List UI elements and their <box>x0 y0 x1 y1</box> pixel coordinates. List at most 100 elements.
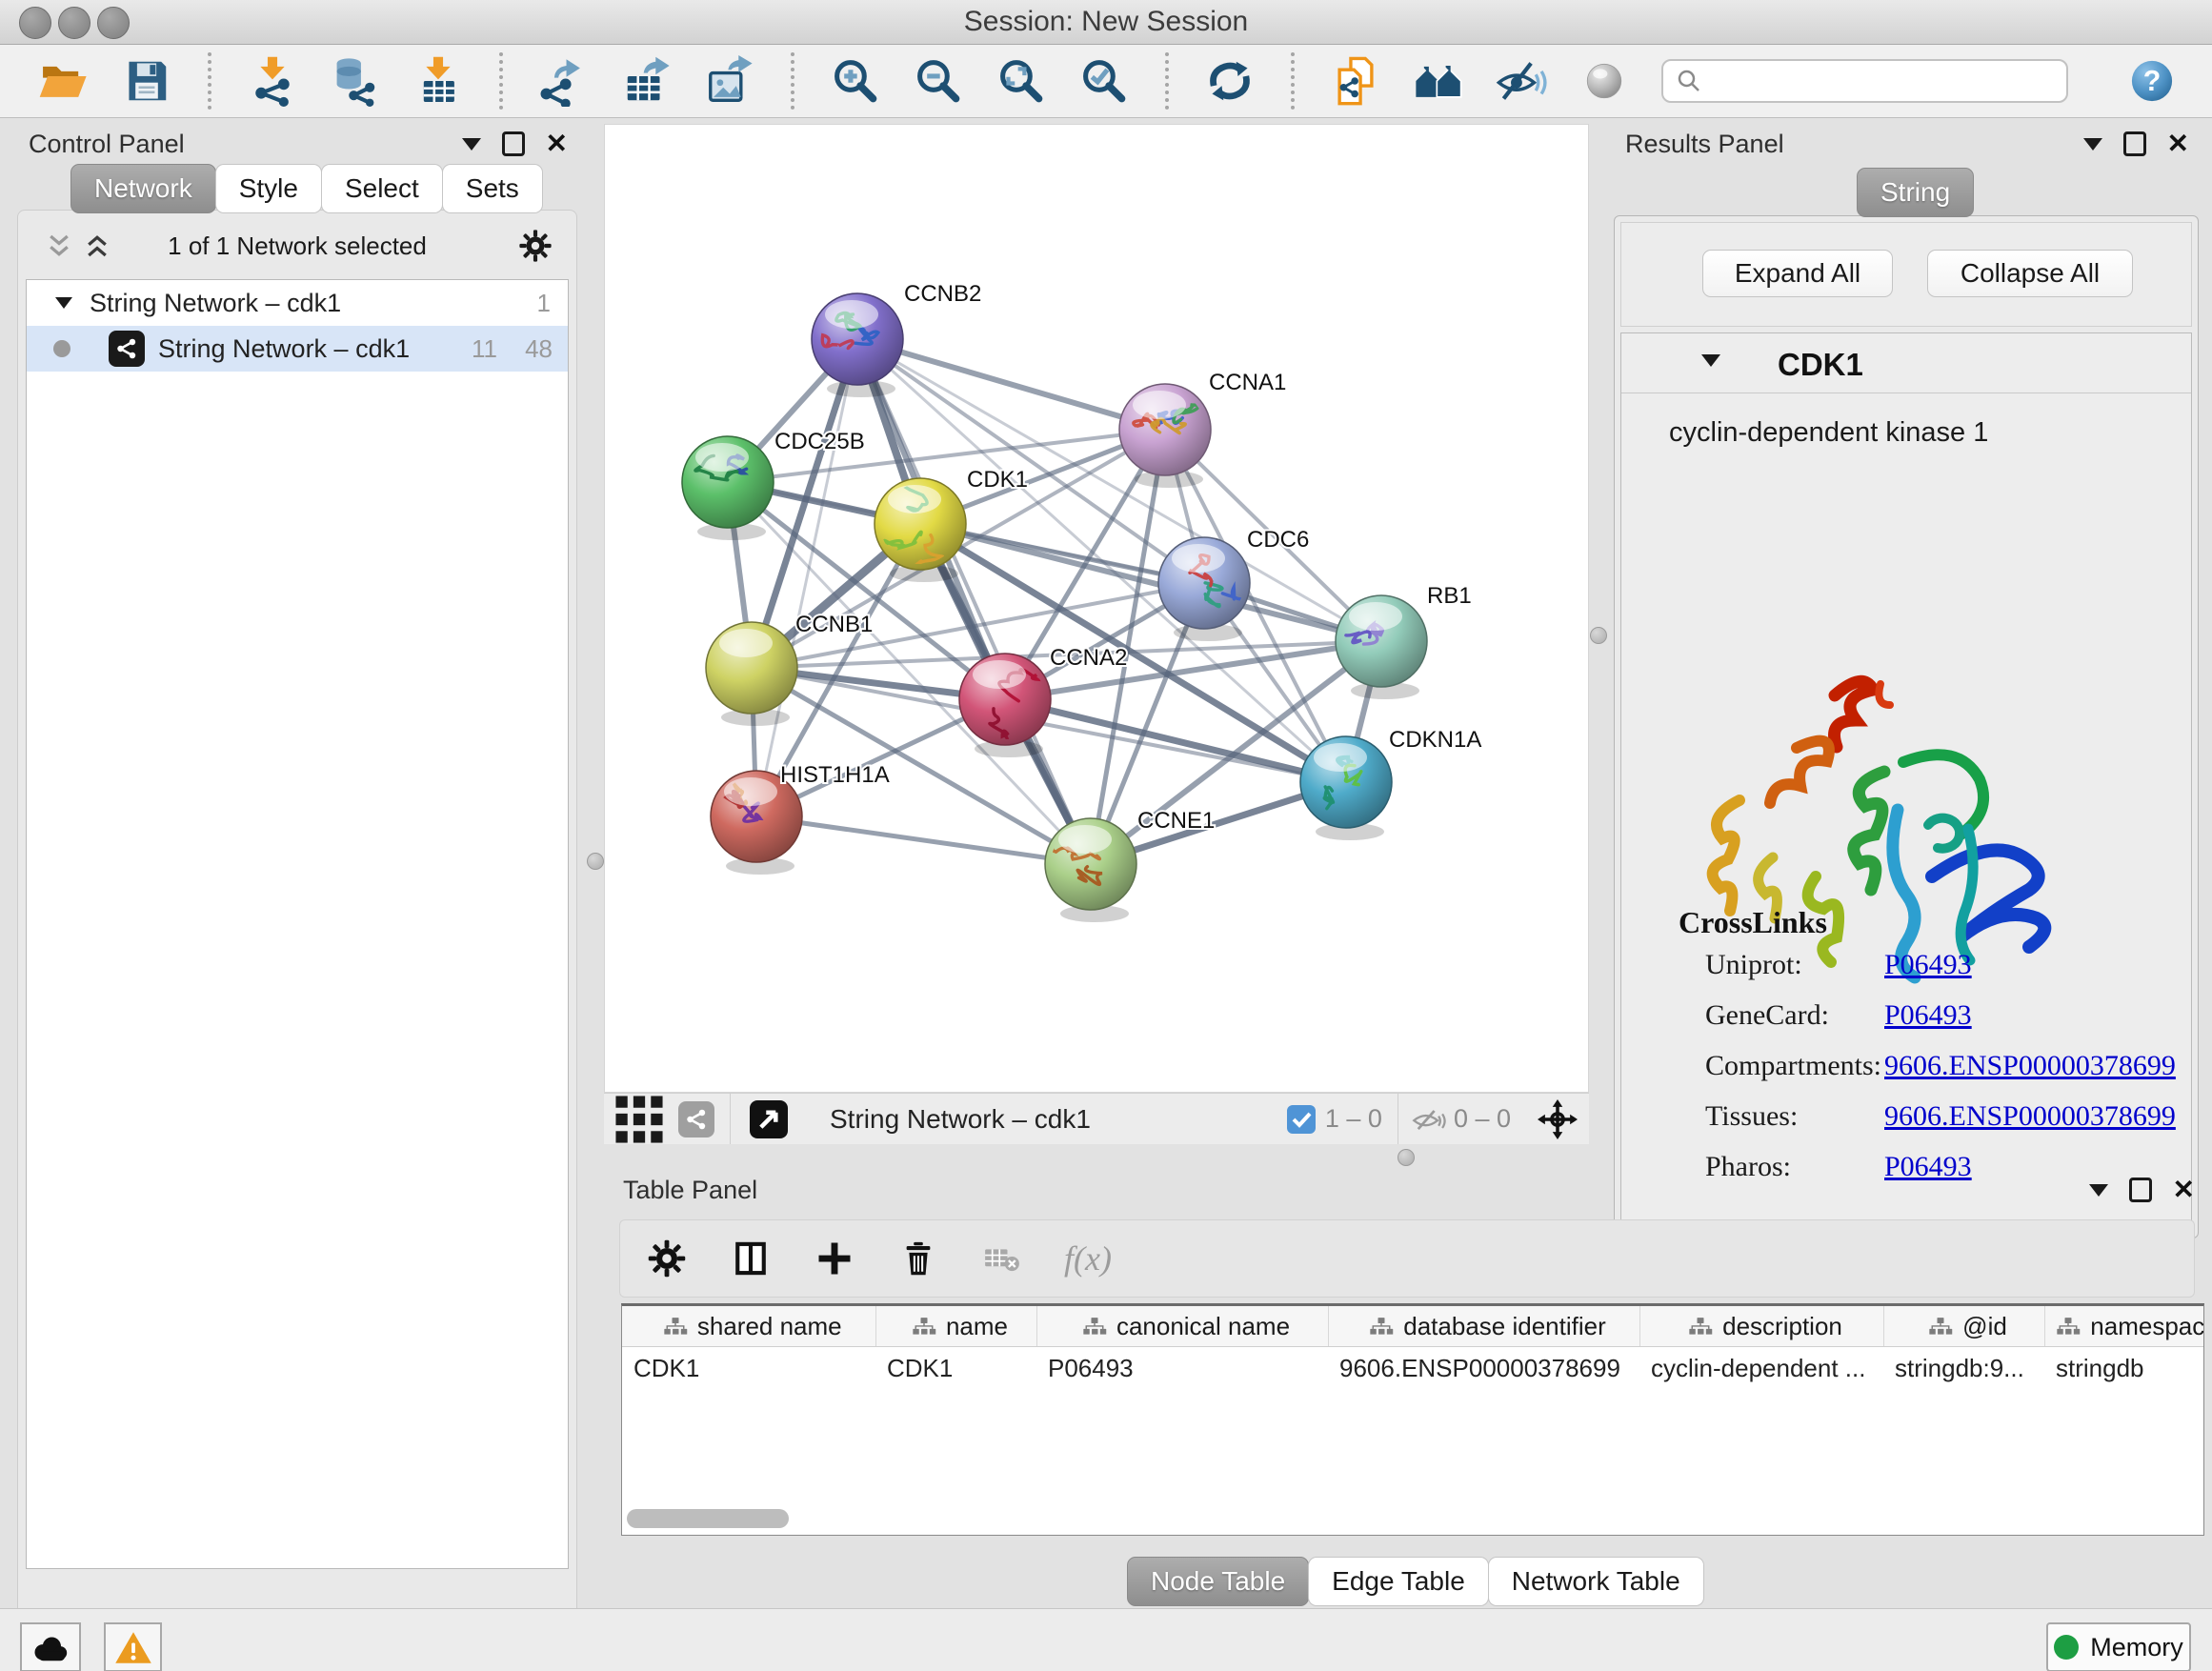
edge-CCNB2-HIST1H1A[interactable] <box>756 339 857 816</box>
table-cell[interactable]: P06493 <box>1036 1347 1328 1390</box>
float-panel-icon[interactable] <box>502 131 525 156</box>
tab-select[interactable]: Select <box>321 164 443 213</box>
selected-checkbox-icon[interactable] <box>1287 1105 1316 1134</box>
export-image-button[interactable] <box>704 55 755 107</box>
node-CDKN1A[interactable] <box>1300 736 1392 840</box>
tab-string[interactable]: String <box>1857 168 1974 217</box>
table-cell[interactable]: CDK1 <box>622 1347 875 1390</box>
float-panel-icon[interactable] <box>2123 131 2146 156</box>
open-session-button[interactable] <box>38 55 90 107</box>
panel-menu-icon[interactable] <box>2083 138 2102 151</box>
network-options-gear-icon[interactable] <box>517 228 553 264</box>
node-CCNB1[interactable] <box>706 622 797 726</box>
crosslink-row: GeneCard:P06493 <box>1621 999 2191 1050</box>
column-header--id[interactable]: @id <box>1883 1306 2044 1347</box>
import-table-button[interactable] <box>412 55 464 107</box>
import-database-button[interactable] <box>330 55 381 107</box>
close-panel-icon[interactable]: ✕ <box>2173 1179 2195 1200</box>
tab-network-table[interactable]: Network Table <box>1488 1557 1704 1606</box>
zoom-in-button[interactable] <box>830 55 881 107</box>
crosslink-value-link[interactable]: 9606.ENSP00000378699 <box>1884 1100 2176 1133</box>
hide-graphics-details-button[interactable] <box>1496 55 1547 107</box>
search-input[interactable] <box>1703 62 2066 100</box>
tab-node-table[interactable]: Node Table <box>1127 1557 1309 1606</box>
crosslink-value-link[interactable]: 9606.ENSP00000378699 <box>1884 1050 2176 1082</box>
cloud-status-button[interactable] <box>20 1622 81 1671</box>
tab-sets[interactable]: Sets <box>442 164 543 213</box>
table-horizontal-scrollbar[interactable] <box>627 1509 789 1528</box>
zoom-fit-button[interactable] <box>995 55 1047 107</box>
string-view-icon[interactable] <box>678 1101 714 1137</box>
gene-entry-header[interactable]: CDK1 <box>1621 333 2191 393</box>
zoom-out-button[interactable] <box>913 55 964 107</box>
right-splitter-handle[interactable] <box>1590 627 1607 644</box>
graphics-ball-button[interactable] <box>1579 55 1630 107</box>
column-header-database-identifier[interactable]: database identifier <box>1328 1306 1639 1347</box>
node-CDC25B[interactable] <box>682 436 774 540</box>
refresh-button[interactable] <box>1204 55 1256 107</box>
column-header-namespace[interactable]: namespace <box>2044 1306 2204 1347</box>
table-cell[interactable]: 9606.ENSP00000378699 <box>1328 1347 1639 1390</box>
delete-column-trash-icon[interactable] <box>896 1237 940 1280</box>
column-header-description[interactable]: description <box>1639 1306 1883 1347</box>
left-splitter-handle[interactable] <box>587 853 604 870</box>
show-columns-icon[interactable] <box>729 1237 773 1280</box>
save-session-button[interactable] <box>121 55 172 107</box>
clone-network-button[interactable] <box>1330 55 1381 107</box>
collection-expander-icon[interactable] <box>55 297 72 309</box>
crosslink-value-link[interactable]: P06493 <box>1884 949 1972 981</box>
network-collection-row[interactable]: String Network – cdk1 1 <box>27 280 568 326</box>
column-header-name[interactable]: name <box>875 1306 1036 1347</box>
edge-HIST1H1A-CCNE1[interactable] <box>756 816 1091 864</box>
network-canvas[interactable]: CCNB2CCNA1CDC25BCDK1CDC6RB1CCNB1CCNA2CDK… <box>604 124 1589 1093</box>
node-CCNE1[interactable] <box>1045 818 1136 922</box>
network-overview-button[interactable] <box>1413 55 1464 107</box>
panel-menu-icon[interactable] <box>2089 1184 2108 1197</box>
network-row[interactable]: String Network – cdk1 11 48 <box>27 326 568 372</box>
export-table-button[interactable] <box>621 55 673 107</box>
node-CCNA1[interactable] <box>1119 384 1211 488</box>
import-network-button[interactable] <box>247 55 298 107</box>
table-cell[interactable]: CDK1 <box>875 1347 1036 1390</box>
add-column-icon[interactable] <box>813 1237 856 1280</box>
entry-expander-icon[interactable] <box>1701 354 1720 367</box>
memory-button[interactable]: Memory <box>2046 1622 2191 1671</box>
table-cell[interactable]: cyclin-dependent ... <box>1639 1347 1883 1390</box>
close-panel-icon[interactable]: ✕ <box>546 133 568 154</box>
node-table[interactable]: shared namenamecanonical namedatabase id… <box>621 1303 2204 1536</box>
toolbar-separator <box>791 52 794 110</box>
column-header-shared-name[interactable]: shared name <box>622 1306 875 1347</box>
edge-CCNB2-CCNE1[interactable] <box>857 339 1091 864</box>
table-cell[interactable]: stringdb:9... <box>1883 1347 2044 1390</box>
panel-menu-icon[interactable] <box>462 138 481 151</box>
search-box[interactable] <box>1661 59 2068 103</box>
node-CCNB2[interactable] <box>812 293 903 397</box>
collapse-all-button[interactable]: Collapse All <box>1927 250 2133 297</box>
tab-network[interactable]: Network <box>70 164 216 213</box>
close-panel-icon[interactable]: ✕ <box>2167 133 2189 154</box>
birds-eye-view-icon[interactable] <box>750 1100 788 1138</box>
export-network-button[interactable] <box>538 55 590 107</box>
crosslink-row: Compartments:9606.ENSP00000378699 <box>1621 1050 2191 1100</box>
node-RB1[interactable] <box>1336 595 1427 699</box>
node-label-CCNA1: CCNA1 <box>1209 370 1286 395</box>
gene-name: CDK1 <box>1778 347 1863 383</box>
float-panel-icon[interactable] <box>2129 1178 2152 1202</box>
tab-style[interactable]: Style <box>215 164 322 213</box>
table-cell[interactable]: stringdb <box>2044 1347 2204 1390</box>
grid-view-icon[interactable] <box>613 1094 665 1145</box>
tab-edge-table[interactable]: Edge Table <box>1308 1557 1489 1606</box>
network-graph[interactable]: CCNB2CCNA1CDC25BCDK1CDC6RB1CCNB1CCNA2CDK… <box>605 125 1590 1092</box>
table-options-gear-icon[interactable] <box>645 1237 689 1280</box>
help-button[interactable]: ? <box>2126 55 2178 107</box>
table-row[interactable]: CDK1CDK1P064939606.ENSP00000378699cyclin… <box>622 1347 2204 1390</box>
expand-all-button[interactable]: Expand All <box>1702 250 1893 297</box>
pan-crosshair-icon[interactable] <box>1538 1099 1578 1139</box>
horizontal-splitter-handle[interactable] <box>1398 1149 1415 1166</box>
column-header-canonical-name[interactable]: canonical name <box>1036 1306 1328 1347</box>
warnings-button[interactable] <box>104 1622 162 1671</box>
zoom-selected-button[interactable] <box>1078 55 1130 107</box>
main-toolbar: ? <box>0 45 2212 118</box>
edge-CCNB2-CCNA1[interactable] <box>857 339 1165 430</box>
crosslink-value-link[interactable]: P06493 <box>1884 999 1972 1032</box>
